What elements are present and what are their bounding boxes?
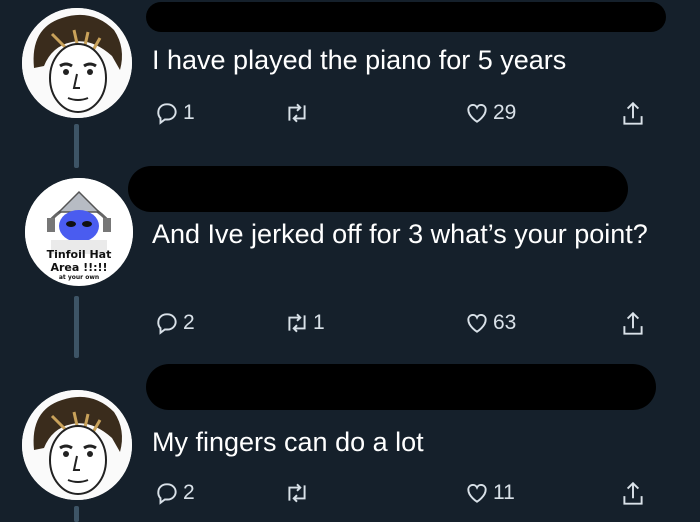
share-button[interactable]: [620, 480, 646, 508]
like-count: 11: [493, 481, 515, 504]
like-button[interactable]: 11: [464, 480, 515, 506]
tweet-3[interactable]: My fingers can do a lot 2 11: [0, 360, 700, 522]
tweet-2[interactable]: Tinfoil Hat Area !!:!! at your own And I…: [0, 160, 700, 360]
avatar-caption-line3: at your own: [58, 274, 100, 281]
tinfoil-hat-image: [25, 178, 133, 258]
retweet-button[interactable]: 1: [284, 310, 325, 336]
avatar-caption-line2: Area !!:!!: [50, 261, 108, 274]
share-icon: [623, 481, 643, 505]
thread-line: [74, 160, 79, 168]
retweet-icon: [288, 313, 306, 333]
thread-line: [74, 296, 79, 358]
reply-button[interactable]: 2: [154, 310, 195, 336]
retweet-icon: [288, 103, 306, 123]
like-button[interactable]: 29: [464, 100, 516, 126]
avatar[interactable]: [22, 390, 132, 500]
reply-icon: [157, 103, 177, 125]
redacted-header: [146, 364, 656, 410]
tweet-text: I have played the piano for 5 years: [152, 45, 567, 75]
reply-count: 1: [183, 101, 195, 124]
reply-icon: [157, 313, 177, 335]
tweet-actions: 2 11: [150, 480, 670, 512]
retweet-button[interactable]: [284, 100, 313, 126]
tweet-actions: 2 1 63: [150, 310, 670, 342]
share-button[interactable]: [620, 100, 646, 128]
avatar[interactable]: Tinfoil Hat Area !!:!! at your own: [25, 178, 133, 286]
reply-button[interactable]: 2: [154, 480, 195, 506]
share-icon: [623, 311, 643, 335]
share-icon: [623, 101, 643, 125]
like-button[interactable]: 63: [464, 310, 516, 336]
reply-count: 2: [183, 311, 195, 334]
tweet-actions: 1 29: [150, 100, 670, 132]
reply-icon: [157, 483, 177, 505]
avatar-face-image: [22, 390, 132, 500]
like-count: 29: [493, 101, 517, 124]
like-icon: [467, 314, 487, 333]
retweet-count: 1: [313, 311, 325, 334]
tweet-text: My fingers can do a lot: [152, 427, 424, 457]
avatar-face-image: [22, 8, 132, 118]
reply-button[interactable]: 1: [154, 100, 195, 126]
like-icon: [467, 104, 487, 123]
like-icon: [467, 484, 487, 503]
tweet-text: And Ive jerked off for 3 what’s your poi…: [152, 219, 648, 249]
redacted-header: [146, 2, 666, 32]
reply-count: 2: [183, 481, 195, 504]
retweet-button[interactable]: [284, 480, 313, 506]
retweet-icon: [288, 483, 306, 503]
tweet-1[interactable]: I have played the piano for 5 years 1 29: [0, 0, 700, 166]
avatar[interactable]: [22, 8, 132, 118]
thread-line: [74, 506, 79, 522]
redacted-header: [128, 166, 628, 212]
like-count: 63: [493, 311, 517, 334]
share-button[interactable]: [620, 310, 646, 338]
avatar-caption-line1: Tinfoil Hat: [46, 248, 112, 261]
